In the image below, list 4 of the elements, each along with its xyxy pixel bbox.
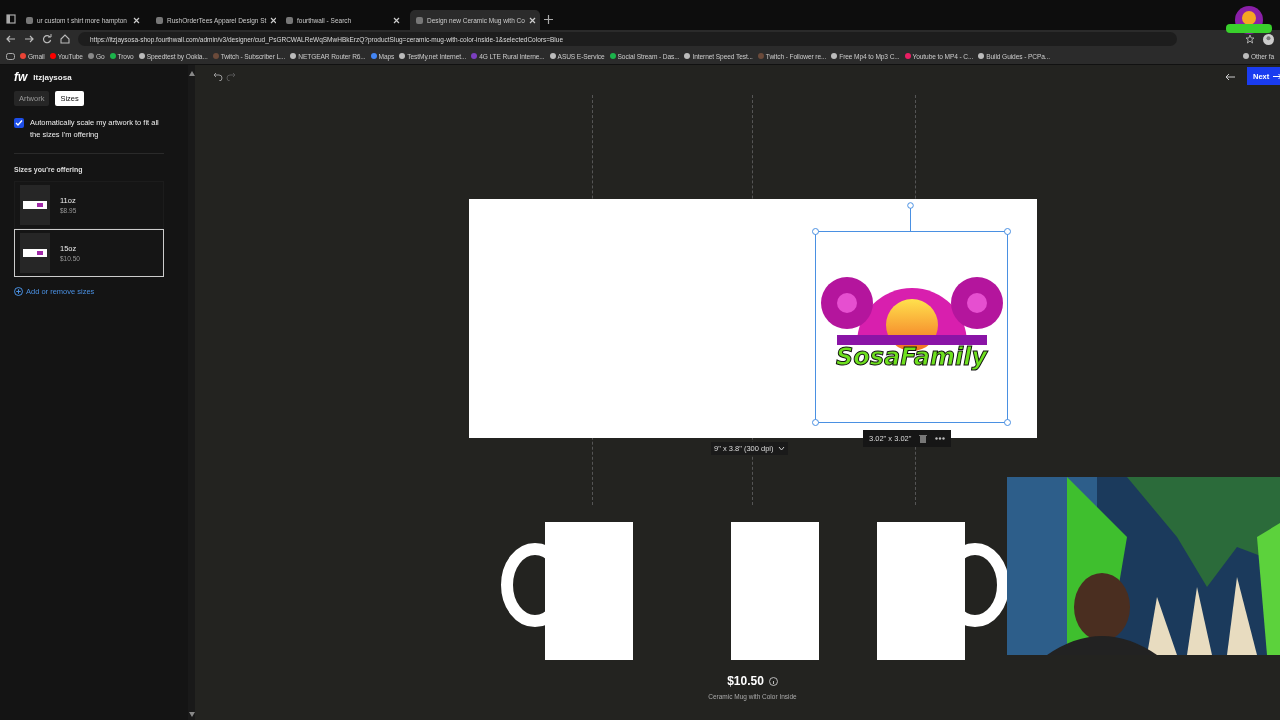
- user-name: Itzjaysosa: [33, 72, 72, 82]
- brand-logo: fw: [14, 70, 28, 84]
- product-price: $10.50: [727, 674, 764, 688]
- artwork-text: SosaFamily: [835, 343, 988, 371]
